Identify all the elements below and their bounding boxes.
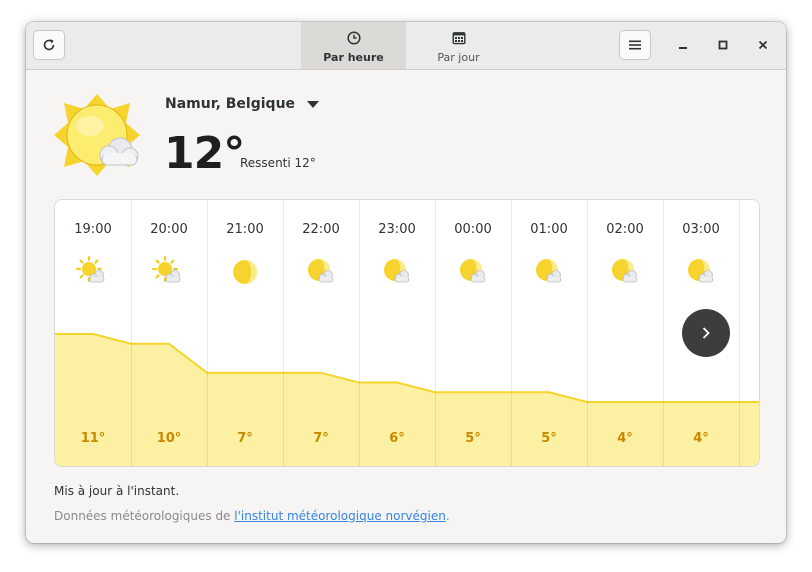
hour-temperature: 5°	[465, 431, 481, 446]
close-button[interactable]	[754, 36, 772, 54]
hour-label: 20:00	[150, 222, 187, 237]
tab-daily[interactable]: Par jour	[406, 22, 511, 69]
hour-temperature: 4°	[693, 431, 709, 446]
moon-cloud-icon	[384, 259, 410, 283]
feels-like: Ressenti 12°	[240, 156, 316, 170]
hour-label: 21:00	[226, 222, 263, 237]
moon-cloud-icon	[612, 259, 638, 283]
close-icon	[758, 40, 768, 50]
main-menu-button[interactable]	[619, 30, 651, 60]
sun-cloud-icon	[76, 256, 105, 283]
data-credits: Données météorologiques de l'institut mé…	[54, 509, 450, 523]
temperature-area	[55, 334, 759, 466]
refresh-button[interactable]	[33, 30, 65, 60]
met-institute-link[interactable]: l'institut météorologique norvégien	[234, 509, 446, 523]
clock-icon	[346, 31, 361, 45]
hour-label: 02:00	[606, 222, 643, 237]
credits-suffix: .	[445, 509, 450, 523]
moon-icon	[233, 260, 257, 284]
refresh-icon	[43, 39, 55, 51]
hour-label: 23:00	[378, 222, 415, 237]
hour-label: 22:00	[302, 222, 339, 237]
credits-prefix: Données météorologiques de	[54, 509, 235, 523]
hour-label: 03:00	[682, 222, 719, 237]
maximize-button[interactable]	[714, 36, 732, 54]
hour-temperature: 10°	[157, 431, 182, 446]
moon-cloud-icon	[308, 259, 334, 283]
sun-cloud-icon	[152, 256, 181, 283]
minimize-button[interactable]	[674, 36, 692, 54]
scroll-next-button[interactable]	[682, 309, 730, 357]
header-bar: Par heure Par jour	[26, 22, 786, 70]
hour-temperature: 6°	[389, 431, 405, 446]
hour-temperature: 4°	[617, 431, 633, 446]
hour-label: 00:00	[454, 222, 491, 237]
hourly-forecast-panel: 19:00 11° 20:00 10° 21:00 7° 22:00 7° 23:00 6° 00:…	[54, 199, 760, 467]
hour-label: 01:00	[530, 222, 567, 237]
tab-daily-label: Par jour	[437, 51, 480, 64]
hour-temperature: 7°	[313, 431, 329, 446]
hour-label: 19:00	[74, 222, 111, 237]
calendar-icon	[452, 31, 466, 45]
dropdown-arrow-icon[interactable]	[307, 100, 320, 108]
moon-cloud-icon	[536, 259, 562, 283]
location-name: Namur, Belgique	[165, 96, 296, 112]
hamburger-menu-icon	[629, 40, 641, 50]
moon-cloud-icon	[460, 259, 486, 283]
hourly-forecast-graph: 19:00 11° 20:00 10° 21:00 7° 22:00 7° 23:00 6° 00:…	[55, 200, 759, 466]
minimize-icon	[679, 47, 687, 49]
moon-cloud-icon	[688, 259, 714, 283]
weather-window: Par heure Par jour Namur, Belgique 12° R…	[26, 22, 786, 543]
tab-hourly[interactable]: Par heure	[301, 22, 406, 69]
sun-with-cloud-icon	[54, 92, 140, 182]
hour-temperature: 5°	[541, 431, 557, 446]
hour-temperature: 7°	[237, 431, 253, 446]
tab-hourly-label: Par heure	[323, 51, 384, 64]
hour-temperature: 11°	[81, 431, 106, 446]
location-selector[interactable]: Namur, Belgique	[165, 96, 320, 112]
maximize-icon	[718, 40, 728, 50]
chevron-right-icon	[702, 327, 710, 339]
current-temperature: 12°	[164, 128, 245, 179]
updated-status: Mis à jour à l'instant.	[54, 484, 180, 498]
